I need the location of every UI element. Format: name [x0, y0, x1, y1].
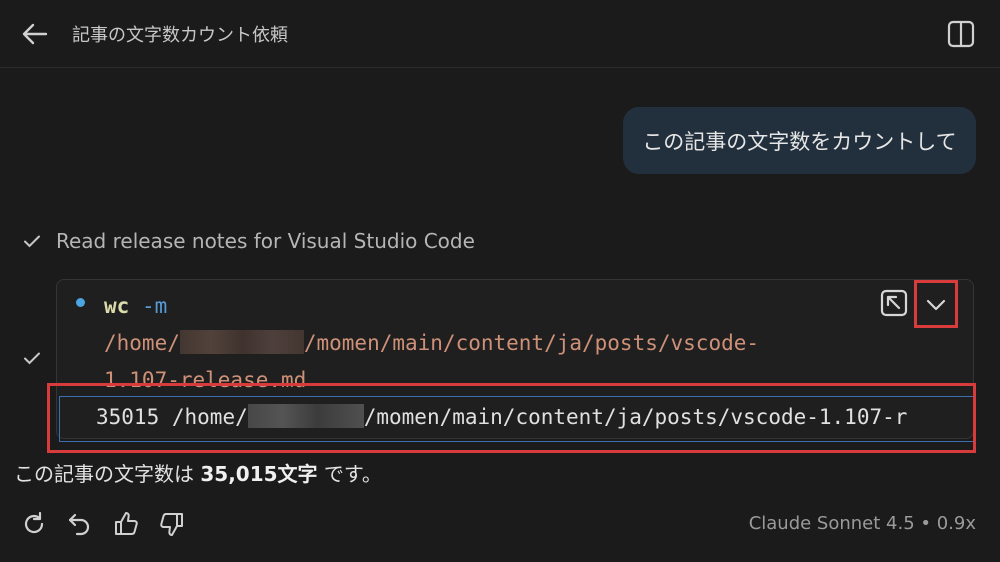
terminal-output[interactable]: 35015 /home/ /momen/main/content/ja/posts… [59, 396, 973, 442]
terminal-output-highlight: 35015 /home/ /momen/main/content/ja/posts… [47, 383, 976, 453]
chat-header: 記事の文字数カウント依頼 [0, 0, 1000, 68]
message-actions [18, 508, 188, 540]
terminal-check-icon [22, 348, 42, 368]
redacted-username [179, 330, 304, 354]
toggle-panel-icon[interactable] [946, 19, 976, 49]
answer-count: 35,015文字 [200, 462, 318, 486]
retry-icon[interactable] [18, 508, 50, 540]
output-path-prefix: /home/ [171, 405, 248, 429]
check-icon [22, 231, 42, 251]
answer-prefix: この記事の文字数は [14, 462, 201, 486]
answer-suffix: です。 [317, 462, 382, 486]
output-count: 35015 [96, 405, 160, 429]
thumbs-down-icon[interactable] [156, 508, 188, 540]
undo-icon[interactable] [64, 508, 96, 540]
status-dot-icon [76, 298, 85, 307]
command-path-suffix: /momen/main/content/ja/posts/vscode- [303, 331, 760, 355]
tool-step-row: Read release notes for Visual Studio Cod… [22, 226, 475, 256]
command-flag: -m [141, 294, 168, 318]
user-message-bubble: この記事の文字数をカウントして [623, 107, 976, 174]
chevron-down-icon [926, 299, 946, 311]
command-path-prefix: /home/ [104, 331, 180, 355]
open-in-terminal-icon[interactable] [879, 288, 909, 318]
thumbs-up-icon[interactable] [110, 508, 142, 540]
chat-title: 記事の文字数カウント依頼 [72, 25, 288, 46]
back-arrow-icon[interactable] [20, 20, 50, 48]
model-info: Claude Sonnet 4.5 • 0.9x [748, 513, 976, 534]
terminal-output-text: 35015 /home/ /momen/main/content/ja/posts… [96, 404, 907, 429]
expand-output-button[interactable] [914, 280, 958, 328]
output-path-suffix: /momen/main/content/ja/posts/vscode-1.10… [363, 405, 908, 429]
redacted-username [247, 404, 364, 428]
user-message-text: この記事の文字数をカウントして [642, 129, 957, 154]
tool-step-label: Read release notes for Visual Studio Cod… [56, 229, 475, 253]
command-name: wc [104, 294, 130, 318]
assistant-answer: この記事の文字数は 35,015文字 です。 [14, 458, 382, 487]
